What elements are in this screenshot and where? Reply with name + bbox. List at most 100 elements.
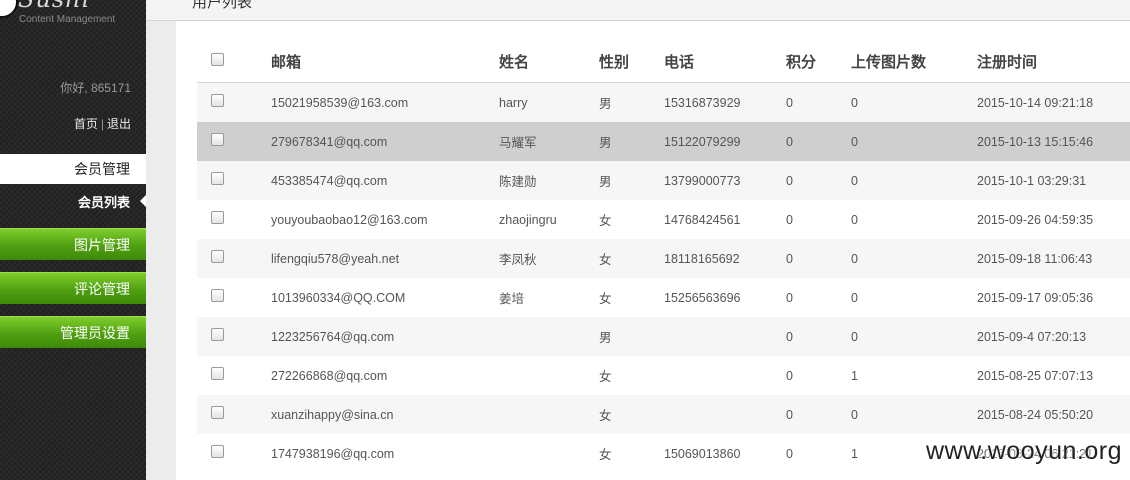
cell-name: harry (499, 82, 599, 122)
table-row[interactable]: 1223256764@qq.com 男 0 0 2015-09-4 07:20:13 (197, 317, 1130, 356)
row-select-cell (197, 434, 271, 473)
row-checkbox[interactable] (211, 405, 224, 419)
user-greeting: 你好, 865171 (60, 81, 131, 95)
column-header-points[interactable]: 积分 (786, 41, 851, 83)
cell-points: 0 (786, 434, 851, 473)
cell-name: 李凤秋 (499, 239, 599, 278)
cell-email: 272266868@qq.com (271, 356, 499, 395)
cell-name: zhaojingru (499, 200, 599, 239)
row-select-cell (197, 395, 271, 434)
cell-sex: 女 (599, 239, 664, 278)
cell-phone: 18118165692 (664, 239, 786, 278)
nav-section-member-management[interactable]: 会员管理 (0, 154, 146, 184)
table-body: 15021958539@163.com harry 男 15316873929 0 0 20… (197, 82, 1130, 473)
cell-points: 0 (786, 161, 851, 200)
cell-sex: 男 (599, 122, 664, 161)
cell-uploads: 0 (851, 82, 977, 122)
cell-sex: 女 (599, 395, 664, 434)
row-checkbox[interactable] (211, 444, 224, 458)
cell-name (499, 395, 599, 434)
cell-name: 陈建勋 (499, 161, 599, 200)
cell-sex: 男 (599, 161, 664, 200)
cell-sex: 女 (599, 200, 664, 239)
table-row[interactable]: 15021958539@163.com harry 男 15316873929 0 0 20… (197, 82, 1130, 122)
nav-item-member-list-label: 会员列表 (77, 194, 130, 210)
row-checkbox[interactable] (211, 210, 224, 224)
sidebar: Sushi Content Management 你好, 865171 首页|退… (0, 0, 146, 480)
row-select-cell (197, 239, 271, 278)
cell-registered: 2015-08-25 07:07:13 (977, 356, 1130, 395)
cell-phone (664, 356, 786, 395)
page-title: 用户列表 (192, 0, 253, 11)
cell-points: 0 (786, 356, 851, 395)
row-select-cell (197, 317, 271, 356)
row-checkbox[interactable] (211, 327, 224, 341)
logo-subtitle: Content Management (19, 14, 116, 25)
cell-registered: 2015-10-14 09:21:18 (977, 82, 1130, 122)
cell-uploads: 0 (851, 278, 977, 317)
cell-uploads: 1 (851, 356, 977, 395)
row-checkbox[interactable] (211, 93, 224, 107)
row-checkbox[interactable] (211, 171, 224, 185)
cell-points: 0 (786, 82, 851, 122)
row-select-cell (197, 200, 271, 239)
cell-phone: 15316873929 (664, 82, 786, 122)
cell-phone: 15122079299 (664, 122, 786, 161)
cell-points: 0 (786, 239, 851, 278)
column-header-email[interactable]: 邮箱 (271, 41, 499, 83)
cell-email: 279678341@qq.com (271, 122, 499, 161)
link-separator: | (100, 117, 104, 131)
table-row[interactable]: 453385474@qq.com 陈建勋男 13799000773 0 0 2015-10… (197, 161, 1130, 200)
nav-item-image-management[interactable]: 图片管理 (0, 228, 146, 260)
table-row[interactable]: 1013960334@QQ.COM 姜培女 15256563696 0 0 2015-09… (197, 278, 1130, 317)
row-checkbox[interactable] (211, 249, 224, 263)
cell-email: youyoubaobao12@163.com (271, 200, 499, 239)
nav-item-comment-management[interactable]: 评论管理 (0, 272, 146, 304)
cell-sex: 女 (599, 278, 664, 317)
column-header-uploads[interactable]: 上传图片数 (851, 41, 977, 83)
cell-registered: 2015-09-26 04:59:35 (977, 200, 1130, 239)
home-link[interactable]: 首页 (74, 117, 98, 131)
user-table: 邮箱 姓名 性别 电话 积分 上传图片数 注册时间 15021958539@16… (197, 41, 1130, 473)
cell-registered: 2015-09-4 07:20:13 (977, 317, 1130, 356)
column-header-sex[interactable]: 性别 (599, 41, 664, 83)
cell-uploads: 0 (851, 317, 977, 356)
table-row[interactable]: 279678341@qq.com 马耀军男 15122079299 0 0 2015-10… (197, 122, 1130, 161)
cell-points: 0 (786, 200, 851, 239)
logo-mark-icon (0, 0, 18, 18)
cell-sex: 女 (599, 356, 664, 395)
watermark: www.wooyun.org (926, 437, 1122, 465)
column-header-phone[interactable]: 电话 (664, 41, 786, 83)
cell-phone (664, 317, 786, 356)
table-row[interactable]: 272266868@qq.com 女 0 1 2015-08-25 07:07:13 (197, 356, 1130, 395)
table-row[interactable]: lifengqiu578@yeah.net 李凤秋女 18118165692 0 0 20… (197, 239, 1130, 278)
logout-link[interactable]: 退出 (107, 117, 131, 131)
cell-phone: 15256563696 (664, 278, 786, 317)
cell-email: 1013960334@QQ.COM (271, 278, 499, 317)
column-header-registered[interactable]: 注册时间 (977, 41, 1130, 83)
cell-registered: 2015-10-1 03:29:31 (977, 161, 1130, 200)
cell-email: 1223256764@qq.com (271, 317, 499, 356)
cell-phone: 15069013860 (664, 434, 786, 473)
cell-points: 0 (786, 122, 851, 161)
nav-item-member-list[interactable]: 会员列表 (0, 189, 146, 213)
cell-email: 453385474@qq.com (271, 161, 499, 200)
cell-uploads: 0 (851, 122, 977, 161)
row-select-cell (197, 278, 271, 317)
select-all-checkbox[interactable] (211, 52, 224, 66)
row-checkbox[interactable] (211, 366, 224, 380)
row-checkbox[interactable] (211, 132, 224, 146)
cell-uploads: 0 (851, 239, 977, 278)
cell-phone: 14768424561 (664, 200, 786, 239)
logo-title: Sushi (18, 0, 90, 13)
cell-sex: 男 (599, 317, 664, 356)
nav-item-admin-settings[interactable]: 管理员设置 (0, 316, 146, 348)
table-row[interactable]: youyoubaobao12@163.com zhaojingru 女 1476842… (197, 200, 1130, 239)
cell-name: 马耀军 (499, 122, 599, 161)
row-checkbox[interactable] (211, 288, 224, 302)
cell-phone: 13799000773 (664, 161, 786, 200)
table-row[interactable]: xuanzihappy@sina.cn 女 0 0 2015-08-24 05:50:2… (197, 395, 1130, 434)
row-select-cell (197, 161, 271, 200)
active-indicator-arrow-icon (140, 195, 146, 207)
column-header-name[interactable]: 姓名 (499, 41, 599, 83)
